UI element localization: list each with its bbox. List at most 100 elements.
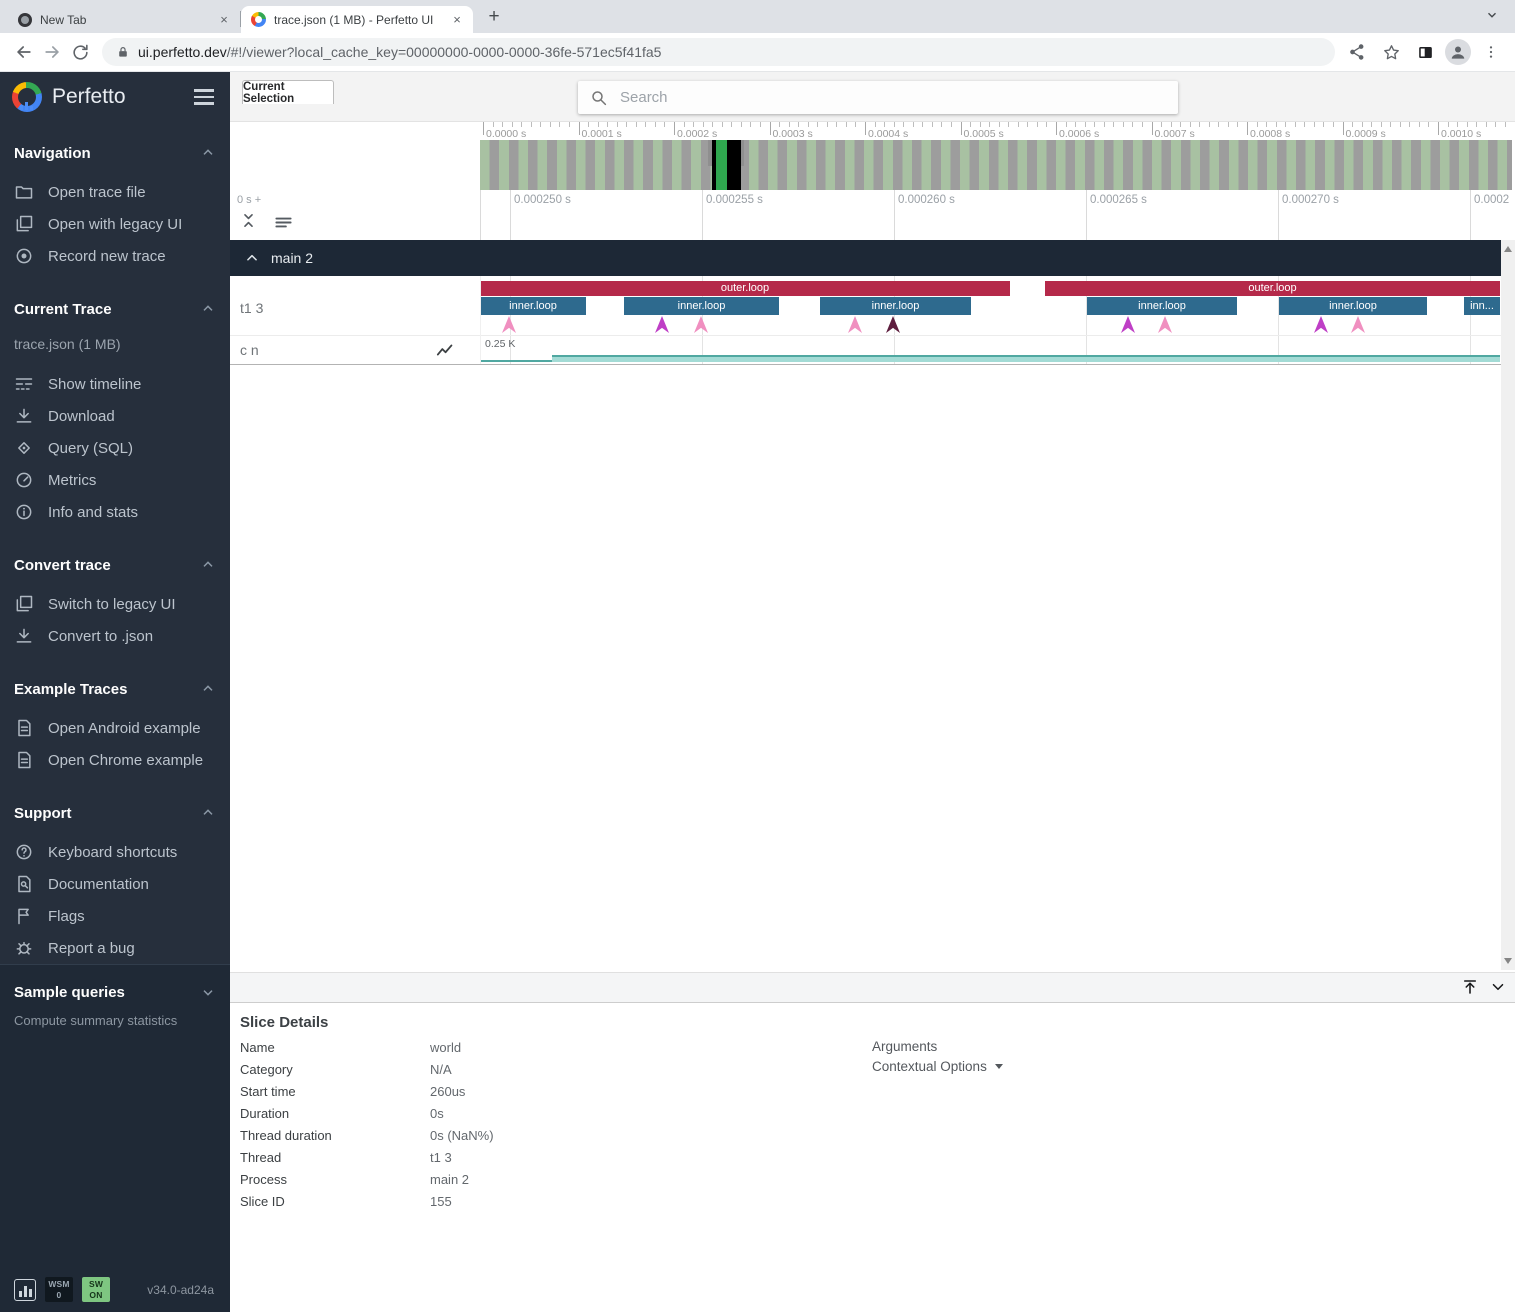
sidebar-item-record-new-trace[interactable]: Record new trace [14, 240, 216, 272]
sidebar-item-open-with-legacy-ui[interactable]: Open with legacy UI [14, 208, 216, 240]
sidebar-item-download[interactable]: Download [14, 400, 216, 432]
sidebar-item-open-android-example[interactable]: Open Android example [14, 712, 216, 744]
hamburger-menu-icon[interactable] [190, 85, 218, 109]
overview-time-ruler: 0.0000 s0.0001 s0.0002 s0.0003 s0.0004 s… [230, 122, 1515, 140]
tab-close-icon[interactable]: × [216, 12, 232, 28]
details-panel-bar [230, 972, 1515, 1003]
ruler-label: 0.0007 s [1155, 128, 1197, 140]
reload-button[interactable] [66, 38, 94, 66]
back-button[interactable] [10, 38, 38, 66]
slice-inner-loop[interactable]: inner.loop [624, 297, 779, 315]
ruler-label: 0.0008 s [1250, 128, 1292, 140]
search-input[interactable] [620, 89, 1166, 106]
file-icon [14, 718, 34, 738]
track-sort-lines-icon[interactable] [274, 215, 293, 230]
detail-value: t1 3 [430, 1150, 452, 1165]
sidebar-item-open-chrome-example[interactable]: Open Chrome example [14, 744, 216, 776]
bookmark-star-icon[interactable] [1377, 38, 1405, 66]
thread-track-label[interactable]: t1 3 [240, 300, 263, 316]
slice-outer-loop[interactable]: outer.loop [480, 281, 1010, 296]
sidebar-item-report-a-bug[interactable]: Report a bug [14, 932, 216, 964]
section-header-current-trace[interactable]: Current Trace [14, 298, 216, 320]
section-header-navigation[interactable]: Navigation [14, 142, 216, 164]
sidebar-item-label: Convert to .json [48, 628, 153, 645]
slice-detail-row: Start time260us [240, 1080, 860, 1102]
expand-panel-up-icon[interactable] [1461, 978, 1479, 996]
counter-area-segment[interactable] [552, 355, 1500, 362]
sidebar-item-info-and-stats[interactable]: Info and stats [14, 496, 216, 528]
slice-inner-loop[interactable]: inner.loop [1087, 297, 1237, 315]
sample-query-item[interactable]: Compute summary statistics [14, 1013, 216, 1028]
sidebar-item-convert-to-json[interactable]: Convert to .json [14, 620, 216, 652]
sidebar-item-documentation[interactable]: Documentation [14, 868, 216, 900]
chevron-up-icon [245, 251, 259, 265]
collapse-all-tracks-icon[interactable] [240, 212, 257, 229]
process-group-header[interactable]: main 2 [230, 240, 1501, 276]
slice-outer-loop[interactable]: outer.loop [1045, 281, 1500, 296]
slice-inner-loop[interactable]: inner.loop [1279, 297, 1427, 315]
sidebar-item-label: Report a bug [48, 940, 135, 957]
file-icon [14, 750, 34, 770]
section-header-support[interactable]: Support [14, 802, 216, 824]
url-bar[interactable]: ui.perfetto.dev/#!/viewer?local_cache_ke… [102, 38, 1335, 66]
section-header-example-traces[interactable]: Example Traces [14, 678, 216, 700]
detail-label: Slice ID [240, 1194, 430, 1209]
side-panel-icon[interactable] [1411, 38, 1439, 66]
process-name: main 2 [271, 250, 313, 266]
sidebar-item-switch-to-legacy-ui[interactable]: Switch to legacy UI [14, 588, 216, 620]
current-selection-tab[interactable]: Current Selection [242, 80, 334, 104]
counter-area-segment[interactable] [480, 360, 552, 362]
collapse-panel-chevron-icon[interactable] [1489, 978, 1507, 996]
tab-close-icon[interactable]: × [449, 12, 465, 28]
chevron-down-icon [200, 984, 216, 1000]
new-tab-button[interactable]: + [481, 4, 507, 30]
vertical-scrollbar[interactable] [1501, 240, 1515, 970]
counter-chart-icon[interactable] [436, 342, 456, 358]
chevron-up-icon [200, 557, 216, 573]
overview-minimap[interactable] [480, 140, 1512, 190]
flag-icon [14, 906, 34, 926]
slice-inner-loop[interactable]: inn... [1464, 297, 1500, 315]
wsm-badge: WSM 0 [45, 1277, 73, 1302]
sidebar-item-label: Show timeline [48, 376, 141, 393]
slice-inner-loop[interactable]: inner.loop [820, 297, 971, 315]
share-icon[interactable] [1343, 38, 1371, 66]
section-header-convert-trace[interactable]: Convert trace [14, 554, 216, 576]
tab-search-chevron-icon[interactable] [1485, 8, 1499, 22]
search-box[interactable] [578, 81, 1178, 114]
browser-toolbar: ui.perfetto.dev/#!/viewer?local_cache_ke… [0, 33, 1515, 72]
scroll-down-arrow[interactable] [1504, 958, 1512, 964]
time-axis: 0 s + 0.000250 s0.000255 s0.000260 s0.00… [230, 190, 1515, 240]
detail-label: Duration [240, 1106, 430, 1121]
top-search-bar [230, 72, 1515, 122]
sidebar-item-query-sql[interactable]: Query (SQL) [14, 432, 216, 464]
metrics-box-icon[interactable] [14, 1279, 36, 1301]
sidebar-item-show-timeline[interactable]: Show timeline [14, 368, 216, 400]
sidebar-item-label: Open Android example [48, 720, 201, 737]
counter-track-label[interactable]: c n [240, 342, 259, 358]
section-header-sample-queries[interactable]: Sample queries [14, 981, 216, 1003]
sidebar-item-metrics[interactable]: Metrics [14, 464, 216, 496]
sidebar-item-keyboard-shortcuts[interactable]: Keyboard shortcuts [14, 836, 216, 868]
browser-tab-newtab[interactable]: New Tab × [8, 6, 240, 33]
browser-tab-perfetto[interactable]: trace.json (1 MB) - Perfetto UI × [241, 6, 473, 33]
sidebar-item-label: Query (SQL) [48, 440, 133, 457]
legacy-window-icon [14, 594, 34, 614]
slice-inner-loop[interactable]: inner.loop [480, 297, 586, 315]
sidebar-item-label: Keyboard shortcuts [48, 844, 177, 861]
time-gridline [894, 190, 895, 240]
chevron-up-icon [200, 145, 216, 161]
chevron-up-icon [200, 681, 216, 697]
contextual-options-dropdown[interactable]: Contextual Options [872, 1059, 1003, 1074]
sidebar-item-flags[interactable]: Flags [14, 900, 216, 932]
sidebar-item-open-trace-file[interactable]: Open trace file [14, 176, 216, 208]
profile-avatar[interactable] [1445, 39, 1471, 65]
scroll-up-arrow[interactable] [1504, 246, 1512, 252]
detail-label: Name [240, 1040, 430, 1055]
forward-button[interactable] [38, 38, 66, 66]
sidebar-item-label: Open with legacy UI [48, 216, 182, 233]
url-path: /#!/viewer?local_cache_key=00000000-0000… [227, 44, 662, 60]
browser-menu-kebab-icon[interactable] [1477, 38, 1505, 66]
help-icon [14, 842, 34, 862]
ruler-label: 0.0003 s [773, 128, 815, 140]
